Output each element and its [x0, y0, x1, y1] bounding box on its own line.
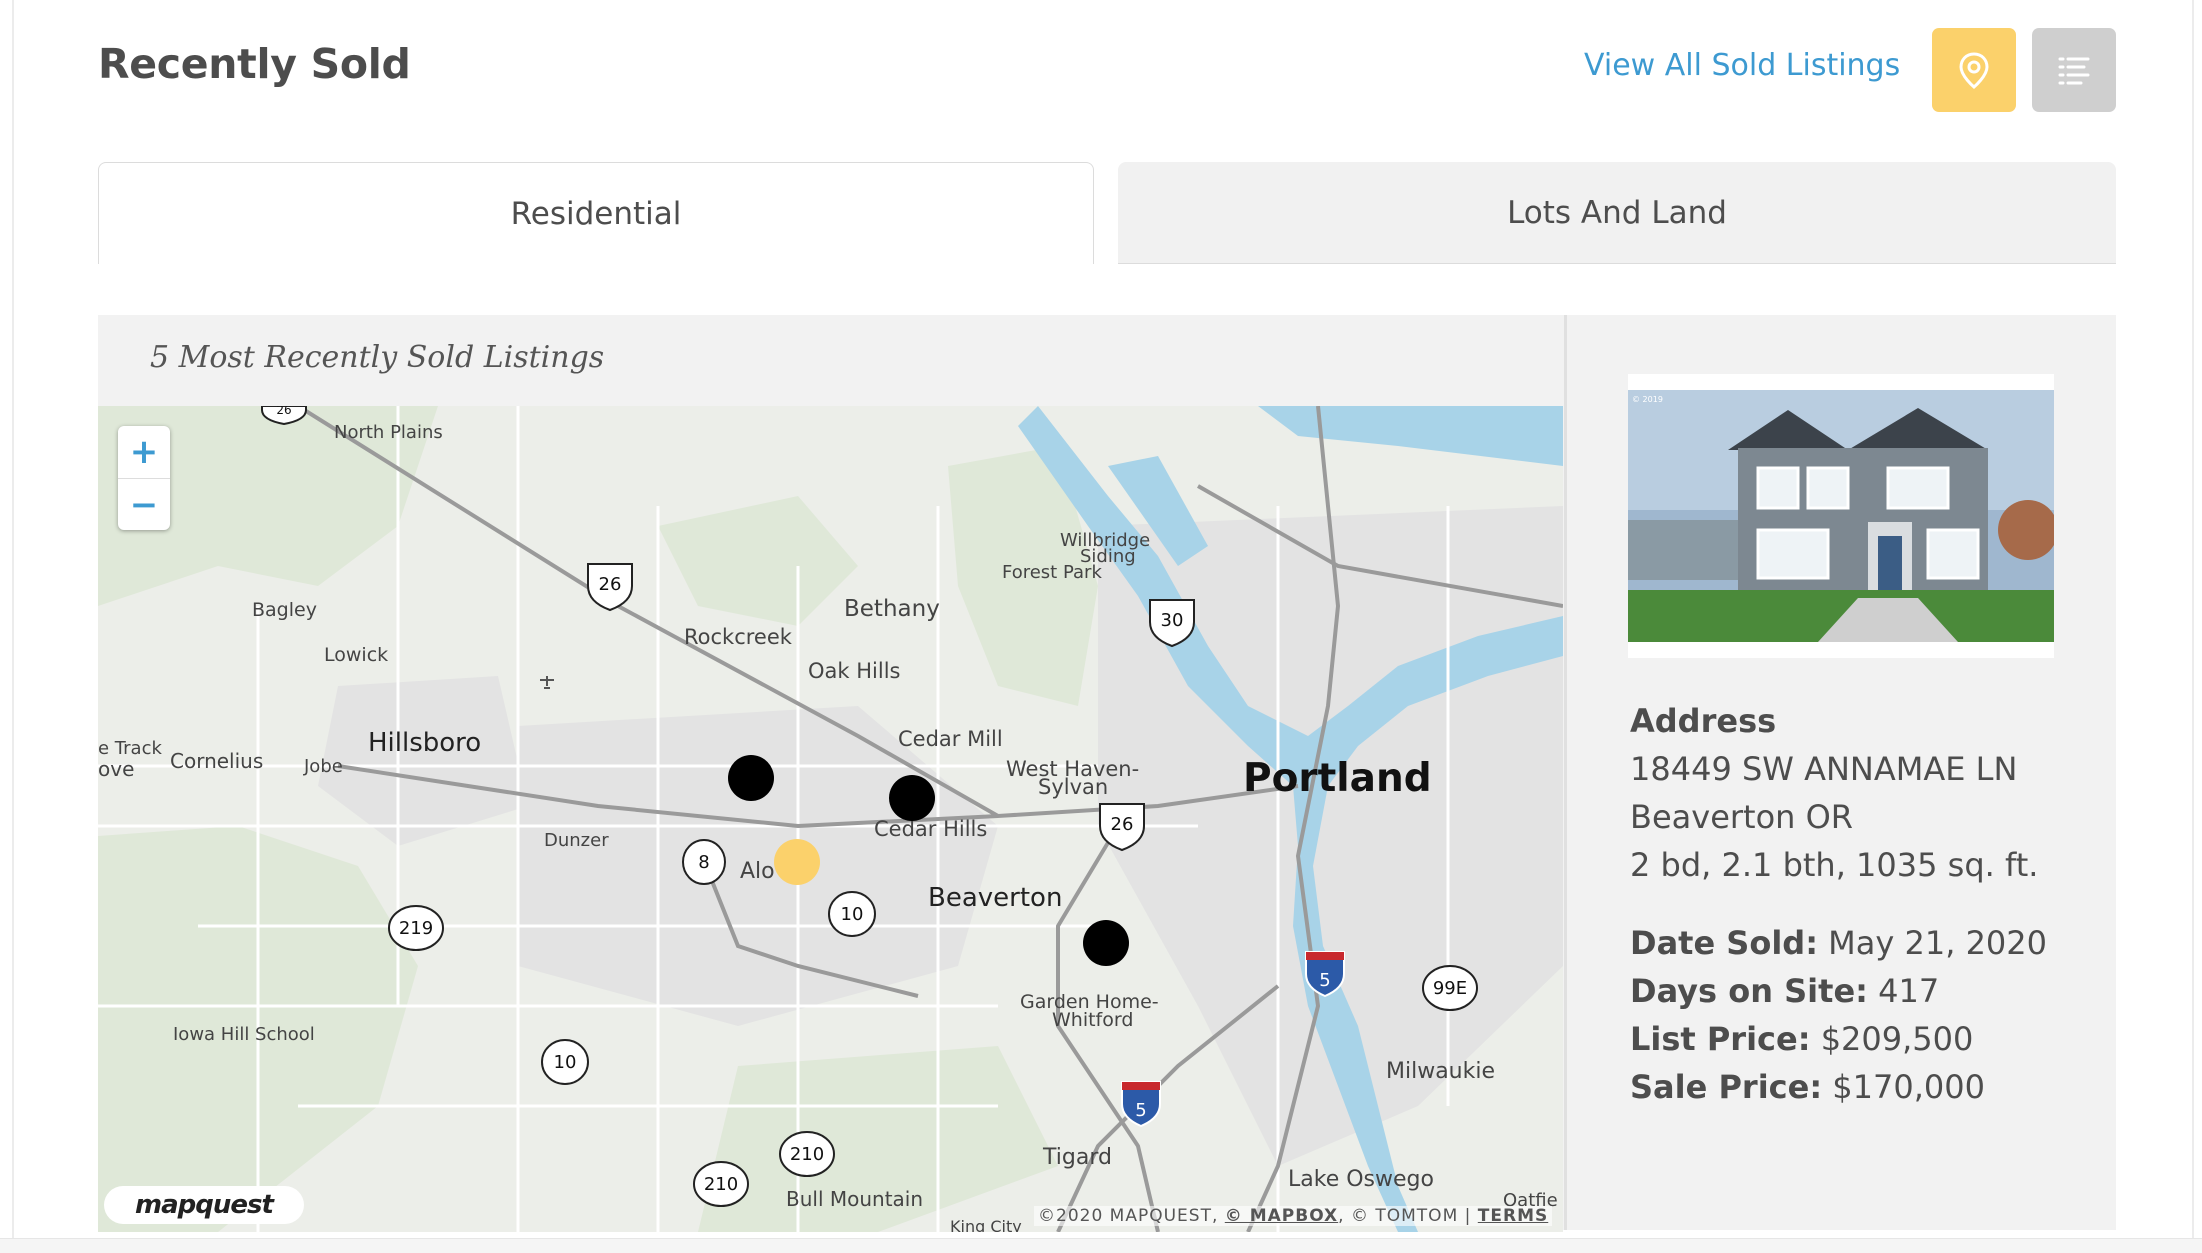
page-footer-strip: [0, 1238, 2202, 1253]
sale-price-row: Sale Price: $170,000: [1630, 1068, 1985, 1106]
house-photo-illustration: © 2019: [1628, 390, 2054, 642]
days-on-site-value: 417: [1878, 972, 1940, 1010]
sale-price-label: Sale Price:: [1630, 1068, 1823, 1106]
label-lake-oswego: Lake Oswego: [1288, 1167, 1434, 1192]
svg-text:26: 26: [1111, 814, 1134, 835]
shield-or10-a: 10: [828, 891, 876, 937]
listing-photo[interactable]: © 2019: [1628, 374, 2054, 658]
airport-icon: [540, 676, 554, 689]
panel-divider: [1564, 315, 1567, 1230]
shield-i5-b: 5: [1121, 1081, 1161, 1128]
mapquest-logo[interactable]: mapquest: [104, 1186, 304, 1224]
shield-or8: 8: [682, 839, 726, 885]
map-pin-icon: [1959, 52, 1989, 89]
page-frame-left: [12, 0, 14, 1252]
shield-or210-a: 210: [779, 1131, 835, 1177]
zoom-out-button[interactable]: −: [118, 479, 170, 531]
label-rockcreek: Rockcreek: [684, 625, 793, 649]
shield-or219: 219: [388, 905, 444, 951]
label-north-plains: North Plains: [334, 422, 443, 443]
shield-or210-b: 210: [693, 1161, 749, 1207]
label-jobe: Jobe: [303, 756, 343, 777]
map-view[interactable]: Portland Hillsboro Beaverton Bethany Roc…: [98, 406, 1563, 1232]
label-grove: ove: [98, 757, 134, 781]
days-on-site-row: Days on Site: 417: [1630, 972, 1939, 1010]
svg-text:219: 219: [399, 918, 433, 939]
map-attribution: ©2020 MAPQUEST, © MAPBOX, © TOMTOM | TER…: [1034, 1206, 1553, 1226]
label-beaverton: Beaverton: [928, 883, 1062, 913]
svg-text:10: 10: [554, 1052, 577, 1073]
map-canvas[interactable]: Portland Hillsboro Beaverton Bethany Roc…: [98, 406, 1563, 1232]
list-icon: [2058, 57, 2090, 85]
shield-or99e: 99E: [1422, 965, 1478, 1011]
svg-text:26: 26: [599, 574, 622, 595]
label-cornelius: Cornelius: [170, 749, 263, 773]
tab-residential[interactable]: Residential: [98, 162, 1094, 264]
label-bull-mountain: Bull Mountain: [786, 1187, 923, 1211]
label-track: e Track: [98, 738, 162, 759]
label-iowa-hill: Iowa Hill School: [173, 1024, 315, 1045]
view-all-sold-link[interactable]: View All Sold Listings: [1584, 48, 1900, 83]
listing-city: Beaverton OR: [1630, 798, 1854, 836]
label-hillsboro: Hillsboro: [368, 728, 481, 758]
map-view-button[interactable]: [1932, 28, 2016, 112]
listing-pin-1[interactable]: [728, 755, 774, 801]
svg-text:210: 210: [704, 1174, 738, 1195]
attribution-terms-link[interactable]: TERMS: [1478, 1206, 1548, 1226]
svg-text:99E: 99E: [1433, 978, 1467, 999]
label-sylvan: Sylvan: [1038, 775, 1108, 799]
panel-label: 5 Most Recently Sold Listings: [150, 340, 605, 375]
svg-text:210: 210: [790, 1144, 824, 1165]
page-frame-right: [2192, 0, 2194, 1252]
attribution-mapbox-link[interactable]: © MAPBOX: [1225, 1206, 1338, 1226]
label-bethany: Bethany: [844, 596, 940, 622]
tab-lots-and-land[interactable]: Lots And Land: [1118, 162, 2116, 264]
date-sold-row: Date Sold: May 21, 2020: [1630, 924, 2047, 962]
svg-text:5: 5: [1135, 1100, 1146, 1121]
days-on-site-label: Days on Site:: [1630, 972, 1868, 1010]
label-forest-park: Forest Park: [1002, 562, 1102, 583]
date-sold-value: May 21, 2020: [1828, 924, 2047, 962]
sale-price-value: $170,000: [1832, 1068, 1985, 1106]
listing-pin-selected[interactable]: [774, 839, 820, 885]
listing-specs: 2 bd, 2.1 bth, 1035 sq. ft.: [1630, 846, 2039, 884]
list-price-label: List Price:: [1630, 1020, 1811, 1058]
label-tigard: Tigard: [1042, 1145, 1112, 1170]
label-whitford: Whitford: [1052, 1009, 1133, 1031]
label-aloha: Alo: [740, 859, 775, 884]
shield-us26-a: 26: [587, 563, 633, 612]
svg-text:26: 26: [276, 406, 291, 417]
map-zoom-control: + −: [118, 426, 170, 530]
address-heading: Address: [1630, 702, 1777, 740]
label-portland: Portland: [1243, 756, 1432, 801]
label-oak-hills: Oak Hills: [808, 659, 900, 683]
attribution-mapquest: ©2020 MAPQUEST,: [1038, 1206, 1219, 1226]
label-milwaukie: Milwaukie: [1386, 1059, 1495, 1084]
listing-street: 18449 SW ANNAMAE LN: [1630, 750, 2018, 788]
label-dunzer: Dunzer: [544, 830, 609, 851]
svg-text:10: 10: [841, 904, 864, 925]
list-view-button[interactable]: [2032, 28, 2116, 112]
attribution-tomtom: , © TOMTOM |: [1338, 1206, 1472, 1226]
listing-pin-3[interactable]: [1083, 920, 1129, 966]
page-title: Recently Sold: [98, 40, 411, 88]
date-sold-label: Date Sold:: [1630, 924, 1818, 962]
svg-text:30: 30: [1161, 610, 1184, 631]
listing-pin-2[interactable]: [889, 775, 935, 821]
list-price-row: List Price: $209,500: [1630, 1020, 1973, 1058]
label-cedar-hills: Cedar Hills: [874, 817, 987, 841]
zoom-in-button[interactable]: +: [118, 426, 170, 479]
label-bagley: Bagley: [252, 599, 317, 621]
shield-or10-b: 10: [541, 1039, 589, 1085]
svg-text:8: 8: [698, 852, 709, 873]
list-price-value: $209,500: [1820, 1020, 1974, 1058]
label-cedar-mill: Cedar Mill: [898, 727, 1003, 751]
label-lowick: Lowick: [324, 644, 388, 666]
svg-text:5: 5: [1319, 970, 1330, 991]
label-king-city: King City: [950, 1217, 1022, 1232]
photo-caption: © 2019: [1632, 395, 1663, 404]
